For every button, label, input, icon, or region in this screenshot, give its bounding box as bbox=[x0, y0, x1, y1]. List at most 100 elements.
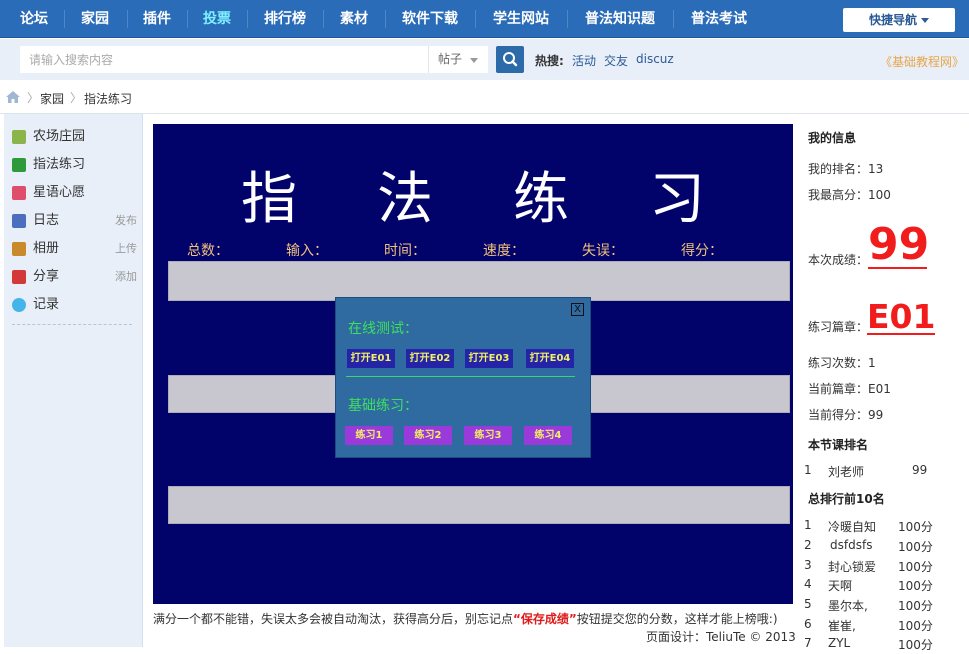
sidebar-item-records[interactable]: 记录 bbox=[12, 294, 137, 316]
breadcrumb-home[interactable]: 家园 bbox=[40, 90, 64, 107]
nav-divider bbox=[567, 10, 568, 28]
breadcrumb bbox=[0, 80, 969, 114]
stat-time-label: 时间： bbox=[384, 243, 426, 259]
current-score: 99 bbox=[868, 219, 930, 270]
my-rank: 我的排名：13 bbox=[808, 162, 884, 176]
nav-divider bbox=[475, 10, 476, 28]
practice-3-button[interactable]: 练习3 bbox=[464, 426, 512, 445]
rank-name: ZYL bbox=[828, 636, 851, 650]
text-line-strip bbox=[168, 486, 790, 524]
stat-input-label: 输入： bbox=[286, 243, 328, 259]
rank-name: 冷暖自知 bbox=[828, 520, 877, 534]
sidebar-item-label: 农场庄园 bbox=[33, 129, 86, 144]
share-icon bbox=[12, 270, 26, 284]
top-ten-heading: 总排行前10名 bbox=[808, 492, 885, 506]
heart-icon bbox=[12, 186, 26, 200]
practice-count: 练习次数：1 bbox=[808, 356, 876, 370]
nav-item-student-sites[interactable]: 学生网站 bbox=[477, 0, 565, 38]
rank-score: 100分 bbox=[898, 638, 933, 652]
sidebar-action-publish[interactable]: 发布 bbox=[115, 210, 137, 232]
nav-item-vote[interactable]: 投票 bbox=[189, 0, 245, 38]
current-chapter-code: E01 bbox=[867, 297, 936, 336]
open-e04-button[interactable]: 打开E04 bbox=[526, 349, 574, 368]
close-button[interactable]: X bbox=[571, 303, 584, 316]
hot-term-link[interactable]: 交友 bbox=[604, 52, 628, 69]
sidebar-item-label: 日志 bbox=[33, 213, 60, 228]
nav-item-forum[interactable]: 论坛 bbox=[8, 0, 60, 38]
rank-score: 99 bbox=[912, 463, 928, 477]
stat-score-label: 得分： bbox=[681, 243, 723, 259]
nav-item-law-quiz[interactable]: 普法知识题 bbox=[569, 0, 671, 38]
current-chapter: 当前篇章：E01 bbox=[808, 382, 891, 396]
open-e01-button[interactable]: 打开E01 bbox=[347, 349, 395, 368]
sidebar-item-farm[interactable]: 农场庄园 bbox=[12, 126, 137, 148]
nav-item-law-exam[interactable]: 普法考试 bbox=[675, 0, 763, 38]
my-info-heading: 我的信息 bbox=[808, 131, 857, 145]
tutorial-site-link[interactable]: 《基础教程网》 bbox=[880, 53, 964, 70]
keyboard-icon bbox=[12, 158, 26, 172]
sidebar-item-typing-practice[interactable]: 指法练习 bbox=[12, 154, 137, 176]
practice-4-button[interactable]: 练习4 bbox=[524, 426, 572, 445]
sidebar-item-share[interactable]: 分享 添加 bbox=[12, 266, 137, 288]
rank-score: 100分 bbox=[898, 540, 933, 554]
score-tip: 满分一个都不能错，失误太多会被自动淘汰，获得高分后，别忘记点“保存成绩”按钮提交… bbox=[153, 610, 778, 627]
dropdown-arrow-icon bbox=[470, 58, 478, 63]
hot-term-link[interactable]: discuz bbox=[636, 52, 674, 66]
rank-name: 墨尔本, bbox=[828, 599, 868, 613]
sidebar-item-label: 相册 bbox=[33, 241, 60, 256]
search-input[interactable]: 请输入搜索内容 bbox=[20, 46, 428, 73]
sidebar-item-label: 分享 bbox=[33, 269, 60, 284]
breadcrumb-separator: 〉 bbox=[27, 91, 40, 105]
hot-term-link[interactable]: 活动 bbox=[572, 52, 596, 69]
exercise-dialog: X 在线测试： 打开E01 打开E02 打开E03 打开E04 基础练习： 练习… bbox=[335, 297, 591, 458]
nav-item-materials[interactable]: 素材 bbox=[325, 0, 383, 38]
search-type-label: 帖子 bbox=[438, 52, 463, 66]
basic-practice-heading: 基础练习： bbox=[348, 398, 418, 414]
home-icon[interactable] bbox=[5, 90, 21, 104]
rank-number: 6 bbox=[804, 617, 812, 631]
nav-divider bbox=[64, 10, 65, 28]
sidebar-item-wishes[interactable]: 星语心愿 bbox=[12, 182, 137, 204]
rank-number: 4 bbox=[804, 577, 812, 591]
breadcrumb-separator: 〉 bbox=[70, 91, 83, 105]
hot-search-label: 热搜: bbox=[535, 54, 564, 68]
nav-item-ranking[interactable]: 排行榜 bbox=[249, 0, 321, 38]
quick-nav-label: 快捷导航 bbox=[868, 13, 917, 27]
breadcrumb-current: 指法练习 bbox=[84, 92, 133, 106]
rank-number: 2 bbox=[804, 538, 812, 552]
nav-item-software-download[interactable]: 软件下载 bbox=[387, 0, 473, 38]
current-score-label: 本次成绩： bbox=[808, 253, 869, 267]
best-score: 我最高分：100 bbox=[808, 188, 891, 202]
sidebar-item-album[interactable]: 相册 上传 bbox=[12, 238, 137, 260]
rank-score: 100分 bbox=[898, 599, 933, 613]
sidebar-item-blog[interactable]: 日志 发布 bbox=[12, 210, 137, 232]
nav-divider bbox=[673, 10, 674, 28]
quick-nav-button[interactable]: 快捷导航 bbox=[843, 8, 955, 32]
rank-name: 天啊 bbox=[828, 579, 853, 593]
rank-number: 7 bbox=[804, 636, 812, 650]
sidebar-action-upload[interactable]: 上传 bbox=[115, 238, 137, 260]
search-button[interactable] bbox=[496, 46, 524, 73]
search-type-select[interactable]: 帖子 bbox=[428, 46, 488, 73]
nav-item-home[interactable]: 家园 bbox=[66, 0, 124, 38]
photo-icon bbox=[12, 242, 26, 256]
practice-1-button[interactable]: 练习1 bbox=[345, 426, 393, 445]
sidebar-action-add[interactable]: 添加 bbox=[115, 266, 137, 288]
rank-score: 100分 bbox=[898, 520, 933, 534]
chat-bubble-icon bbox=[12, 298, 26, 312]
nav-divider bbox=[127, 10, 128, 28]
page-credit: 页面设计：TeliuTe © 2013 bbox=[646, 630, 796, 644]
current-points: 当前得分：99 bbox=[808, 408, 884, 422]
nav-item-plugins[interactable]: 插件 bbox=[129, 0, 185, 38]
rank-score: 100分 bbox=[898, 560, 933, 574]
rank-score: 100分 bbox=[898, 579, 933, 593]
practice-2-button[interactable]: 练习2 bbox=[404, 426, 452, 445]
rank-name: 封心锁爱 bbox=[828, 560, 877, 574]
rank-number: 3 bbox=[804, 558, 812, 572]
stat-total-label: 总数： bbox=[187, 243, 229, 259]
game-title: 指法练习 bbox=[241, 167, 785, 232]
open-e02-button[interactable]: 打开E02 bbox=[406, 349, 454, 368]
stat-speed-label: 速度： bbox=[483, 243, 525, 259]
open-e03-button[interactable]: 打开E03 bbox=[465, 349, 513, 368]
top-nav-bar: 论坛 家园 插件 投票 排行榜 素材 软件下载 学生网站 普法知识题 普法考试 … bbox=[0, 0, 969, 38]
